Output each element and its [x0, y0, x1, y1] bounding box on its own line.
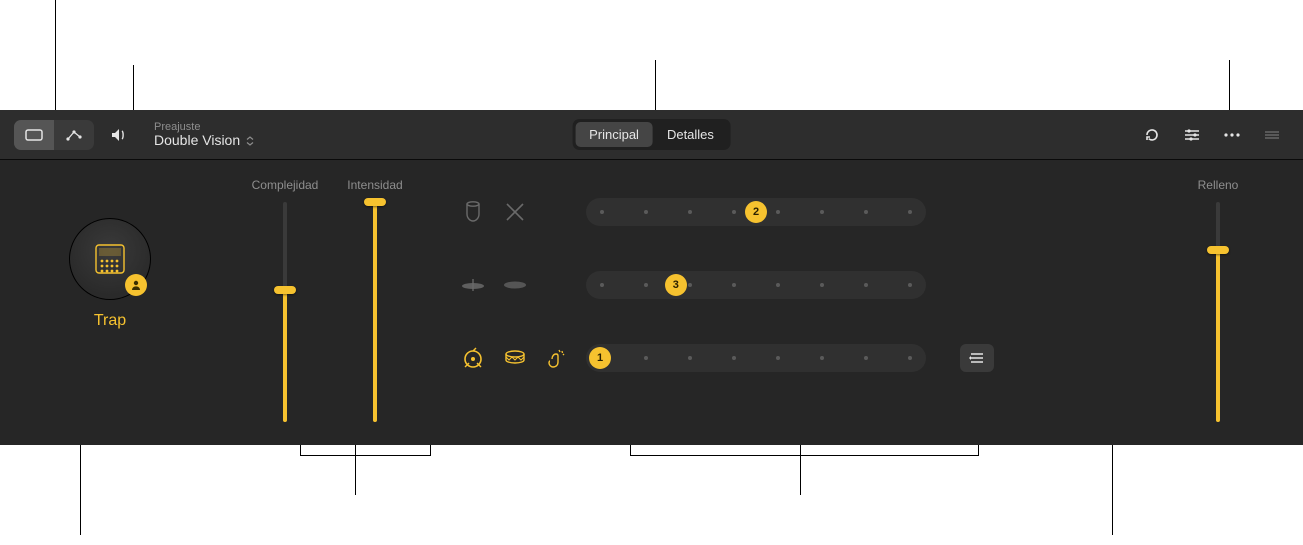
toolbar-right — [1135, 120, 1289, 150]
cymbal-closed-icon[interactable] — [460, 272, 486, 298]
callout-line — [800, 445, 801, 495]
user-badge-icon — [125, 274, 147, 296]
callout-line — [655, 60, 656, 110]
pattern-row-percussion: 2 — [460, 198, 1143, 226]
callout-line — [300, 455, 430, 456]
tab-main[interactable]: Principal — [575, 122, 653, 147]
callout-line — [300, 445, 301, 456]
callout-line — [55, 0, 56, 110]
volume-button[interactable] — [102, 120, 136, 150]
callout-line — [1112, 445, 1113, 535]
callout-line — [1229, 60, 1230, 110]
sticks-icon[interactable] — [502, 199, 528, 225]
fill-slider[interactable] — [1205, 202, 1231, 422]
view-mode-segment — [14, 120, 94, 150]
kick-icon[interactable] — [460, 345, 486, 371]
refresh-button[interactable] — [1135, 120, 1169, 150]
tab-bar: Principal Detalles — [572, 119, 731, 150]
drummer-editor: Preajuste Double Vision Principal Detall… — [0, 110, 1303, 445]
snare-icon[interactable] — [502, 345, 528, 371]
pattern-rows: 2 3 1 — [460, 198, 1143, 372]
cymbal-open-icon[interactable] — [502, 272, 528, 298]
toolbar: Preajuste Double Vision Principal Detall… — [0, 110, 1303, 160]
variation-thumb: 3 — [665, 274, 687, 296]
region-view-button[interactable] — [14, 120, 54, 150]
kit-icons — [460, 345, 570, 371]
callout-line — [80, 445, 81, 535]
intensity-label: Intensidad — [347, 178, 402, 194]
tab-details[interactable]: Detalles — [653, 122, 728, 147]
callout-line — [133, 65, 134, 110]
callout-line — [355, 445, 356, 495]
callout-line — [430, 445, 431, 456]
conga-icon[interactable] — [460, 199, 486, 225]
main-panel: Trap Complejidad Intensidad 2 3 1 Relleno — [0, 160, 1303, 445]
sliders-button[interactable] — [1175, 120, 1209, 150]
variation-thumb: 1 — [589, 347, 611, 369]
preset-value: Double Vision — [154, 133, 254, 148]
variation-thumb: 2 — [745, 201, 767, 223]
variation-slider-percussion[interactable]: 2 — [586, 198, 926, 226]
style-selector[interactable]: Trap — [30, 218, 190, 330]
automation-view-button[interactable] — [54, 120, 94, 150]
callout-line — [978, 445, 979, 456]
complexity-column: Complejidad — [240, 178, 330, 422]
pattern-row-kicksnare: 1 — [460, 344, 1143, 372]
complexity-slider[interactable] — [272, 202, 298, 422]
callout-line — [630, 455, 978, 456]
intensity-column: Intensidad — [330, 178, 420, 422]
preset-selector[interactable]: Preajuste Double Vision — [154, 121, 254, 148]
variation-slider-kicksnare[interactable]: 1 — [586, 344, 926, 372]
clap-icon[interactable] — [544, 345, 570, 371]
more-button[interactable] — [1215, 120, 1249, 150]
fill-column: Relleno — [1173, 178, 1263, 422]
style-avatar — [69, 218, 151, 300]
kit-icons — [460, 199, 570, 225]
kit-icons — [460, 272, 570, 298]
pattern-row-hihat: 3 — [460, 271, 1143, 299]
fill-label: Relleno — [1198, 178, 1239, 194]
callout-line — [630, 445, 631, 456]
pattern-menu-button[interactable] — [960, 344, 994, 372]
complexity-label: Complejidad — [252, 178, 319, 194]
intensity-slider[interactable] — [362, 202, 388, 422]
style-name: Trap — [94, 312, 126, 330]
drag-handle-icon[interactable] — [1255, 120, 1289, 150]
variation-slider-hihat[interactable]: 3 — [586, 271, 926, 299]
